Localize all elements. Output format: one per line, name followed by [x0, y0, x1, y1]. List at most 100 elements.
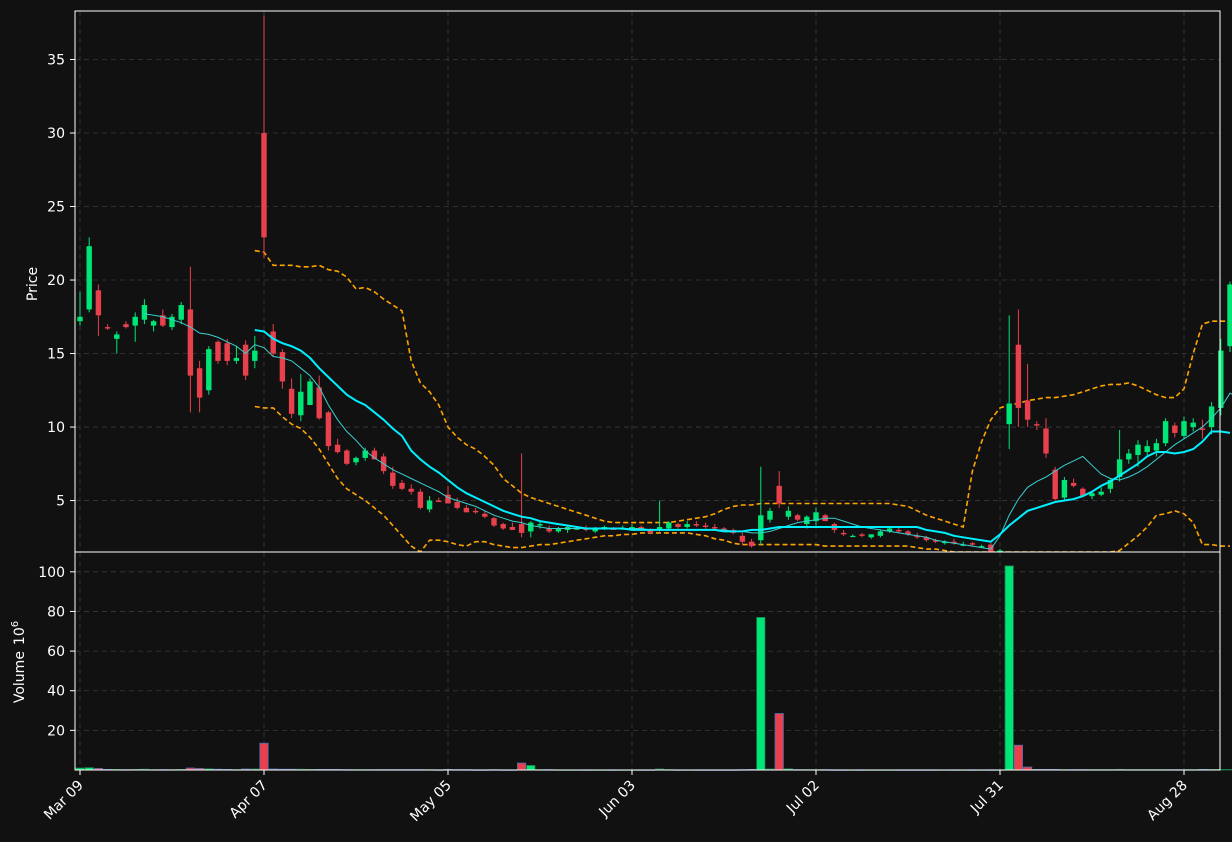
candle-down	[518, 524, 525, 533]
candle-up	[141, 305, 148, 320]
volume-tick-label: 80	[47, 604, 65, 620]
candle-down	[896, 529, 902, 532]
volume-tick-label: 60	[47, 644, 65, 660]
candle-up	[868, 534, 874, 538]
volume-tick-label: 40	[47, 684, 65, 700]
candle-up	[86, 246, 92, 310]
volume-panel: 20 40 60 80 100 Volume 106	[10, 551, 1232, 771]
candle-up	[233, 357, 240, 361]
candle-down	[270, 331, 276, 354]
volume-tick-label: 20	[47, 723, 65, 739]
candle-down	[675, 524, 681, 528]
candle-down	[454, 502, 460, 508]
volume-axis-label-exponent: 6	[10, 621, 21, 627]
candle-down	[748, 541, 755, 547]
candle-up	[1153, 443, 1160, 451]
price-panel-area	[75, 11, 1220, 552]
candle-down	[104, 327, 111, 329]
price-tick-label: 15	[47, 347, 65, 363]
candle-up	[77, 316, 83, 322]
candle-up	[528, 522, 534, 532]
candle-down	[261, 133, 267, 238]
volume-bar-up	[1225, 769, 1232, 771]
candle-down	[417, 491, 424, 508]
candle-up	[307, 381, 313, 405]
candle-up	[252, 350, 258, 361]
candle-up	[150, 321, 157, 326]
candle-up	[178, 305, 184, 320]
candle-up	[684, 524, 690, 528]
candle-up	[169, 316, 175, 328]
volume-bar-up	[526, 765, 536, 771]
candle-up	[850, 535, 856, 538]
candle-down	[390, 472, 396, 486]
candle-up	[1162, 421, 1169, 444]
candle-down	[288, 388, 295, 414]
volume-axis-label-text: Volume	[12, 651, 28, 703]
candle-down	[693, 524, 700, 526]
candle-up	[1190, 422, 1196, 428]
candle-up	[1218, 350, 1224, 408]
volume-axis-label-base: 10	[12, 627, 28, 645]
candle-up	[298, 391, 304, 416]
candle-up	[114, 334, 120, 339]
candle-down	[224, 343, 230, 361]
price-panel: 5 10 15 20 25 30 35 Price	[25, 10, 1232, 554]
price-tick-label: 5	[56, 494, 65, 510]
candle-up	[1098, 491, 1104, 495]
candle-down	[500, 524, 506, 529]
candle-down	[1070, 482, 1077, 486]
candle-down	[776, 485, 782, 504]
volume-bar-down	[517, 762, 527, 771]
candle-up	[758, 515, 764, 541]
price-tick-label: 10	[47, 420, 65, 436]
volume-bar-up	[756, 617, 766, 771]
volume-panel-area	[75, 552, 1220, 770]
candle-down	[408, 488, 414, 492]
candle-up	[1227, 284, 1232, 347]
candle-down	[334, 444, 341, 453]
candle-up	[426, 500, 433, 510]
candle-down	[242, 344, 249, 376]
candle-down	[1172, 425, 1178, 433]
candle-down	[436, 500, 442, 503]
candle-down	[1034, 424, 1040, 426]
candle-down	[463, 507, 470, 513]
candle-down	[123, 324, 129, 328]
candle-down	[1015, 344, 1022, 408]
candle-up	[1181, 421, 1187, 436]
candle-down	[1043, 428, 1049, 454]
candle-up	[767, 510, 773, 520]
price-tick-label: 20	[47, 273, 65, 289]
candle-down	[215, 341, 221, 361]
candle-down	[840, 532, 847, 535]
candle-up	[1126, 453, 1132, 460]
candle-down	[95, 290, 102, 316]
candle-up	[206, 349, 212, 391]
candle-up	[1135, 444, 1141, 455]
candle-down	[399, 482, 405, 489]
volume-bar-down	[1013, 744, 1024, 771]
candle-down	[739, 535, 746, 542]
candle-down	[482, 513, 488, 517]
price-tick-label: 30	[47, 126, 65, 142]
candle-down	[794, 515, 801, 520]
volume-bar-up	[1004, 565, 1014, 771]
volume-tick-label: 100	[38, 565, 65, 581]
candle-down	[279, 352, 286, 382]
price-tick-label: 35	[47, 53, 65, 69]
candlestick-chart: 5 10 15 20 25 30 35 Price 20 40 60 80 100 Volume 10…	[0, 0, 1232, 842]
candle-up	[537, 524, 543, 526]
candle-up	[353, 457, 359, 463]
candle-down	[1052, 469, 1058, 500]
candle-down	[969, 543, 976, 545]
volume-bar-down	[774, 713, 784, 771]
volume-axis-label: Volume 106	[10, 621, 28, 703]
volume-bar-down	[259, 742, 269, 771]
candle-down	[859, 534, 865, 536]
candle-up	[785, 510, 792, 517]
candle-up	[1144, 446, 1150, 453]
candle-down	[702, 525, 709, 528]
candle-up	[877, 531, 884, 536]
price-axis-label: Price	[25, 267, 41, 301]
